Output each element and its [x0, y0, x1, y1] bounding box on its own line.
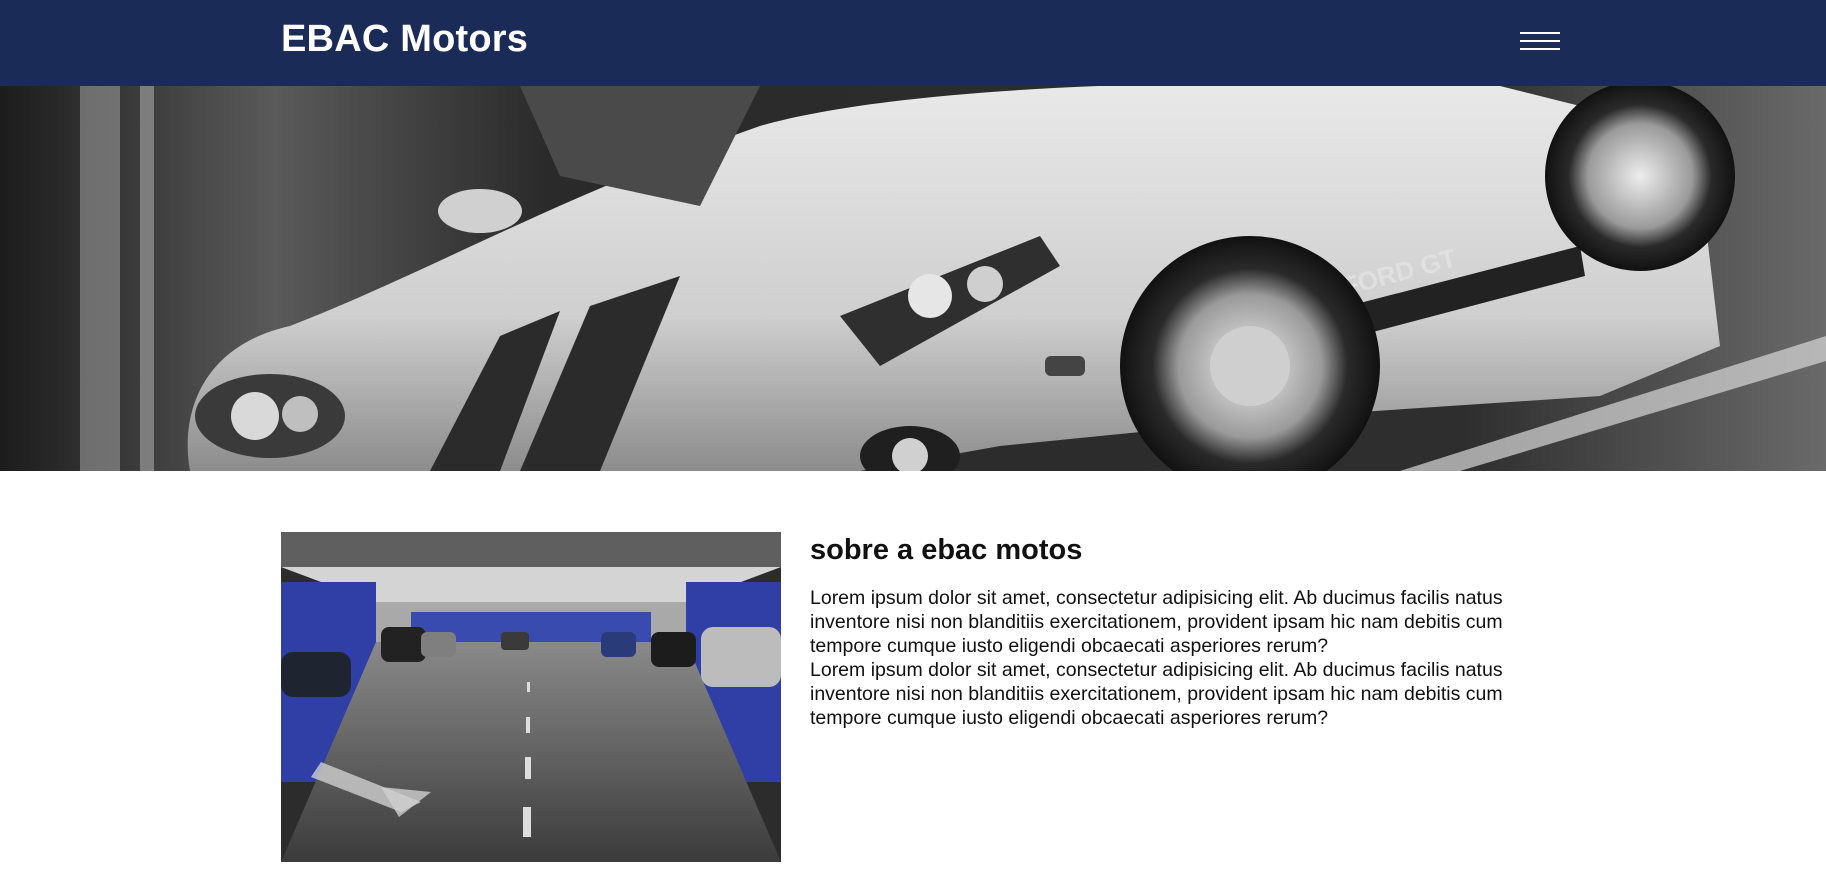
about-section: sobre a ebac motos Lorem ipsum dolor sit…: [810, 530, 1550, 730]
parking-garage-image: [281, 532, 781, 862]
hero-banner: FORD GT: [0, 86, 1826, 471]
about-paragraph-2: Lorem ipsum dolor sit amet, consectetur …: [810, 659, 1503, 729]
about-title: sobre a ebac motos: [810, 534, 1083, 566]
hero-car-image: FORD GT: [0, 86, 1826, 471]
hamburger-menu-icon[interactable]: [1518, 27, 1562, 55]
about-paragraph-1: Lorem ipsum dolor sit amet, consectetur …: [810, 587, 1503, 657]
about-text: Lorem ipsum dolor sit amet, consectetur …: [810, 586, 1550, 730]
site-header: EBAC Motors: [0, 0, 1826, 86]
site-brand[interactable]: EBAC Motors: [281, 18, 528, 61]
